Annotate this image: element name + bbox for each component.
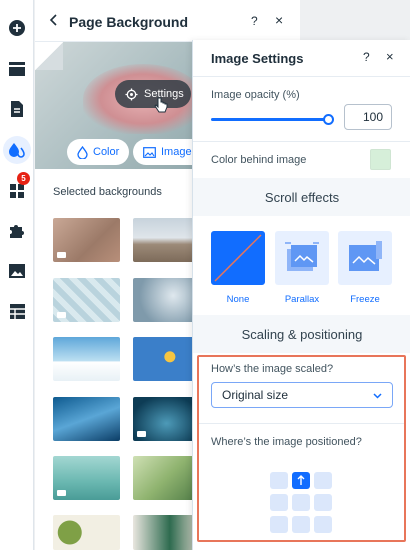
chevron-down-icon	[373, 393, 382, 399]
positioned-question: Where’s the image positioned?	[211, 436, 362, 448]
background-thumbnail[interactable]	[133, 337, 200, 381]
effect-freeze-option[interactable]	[338, 231, 392, 285]
none-slash-icon	[214, 234, 262, 282]
hand-cursor-icon	[154, 97, 168, 113]
background-thumbnail[interactable]	[53, 515, 120, 550]
background-thumbnail[interactable]	[133, 456, 200, 500]
position-middle-left[interactable]	[270, 494, 288, 511]
divider	[193, 141, 410, 142]
background-thumbnail[interactable]	[133, 515, 200, 550]
scaling-positioning-heading: Scaling & positioning	[193, 315, 410, 353]
background-thumbnail[interactable]	[133, 218, 200, 262]
header-divider	[193, 76, 410, 77]
media-icon[interactable]	[4, 258, 30, 284]
image-label: Image	[161, 146, 192, 158]
page-fold-corner	[35, 42, 63, 70]
panel-header: Page Background ? ×	[35, 0, 300, 42]
effect-none-option[interactable]	[211, 231, 265, 285]
panel-title: Page Background	[69, 14, 189, 30]
opacity-label: Image opacity (%)	[211, 89, 300, 101]
image-icon	[143, 146, 156, 158]
freeze-icon	[349, 241, 382, 271]
cms-table-icon[interactable]	[4, 298, 30, 324]
video-icon	[57, 252, 66, 258]
drop-icon	[77, 145, 88, 159]
position-bottom-right[interactable]	[314, 516, 332, 533]
color-button[interactable]: Color	[67, 139, 130, 165]
background-thumbnail[interactable]	[53, 218, 120, 262]
left-toolbar: 5	[0, 0, 34, 550]
position-bottom-center[interactable]	[292, 516, 310, 533]
position-top-center[interactable]	[292, 472, 310, 489]
scaling-dropdown-value: Original size	[222, 388, 289, 402]
gear-icon	[125, 87, 138, 101]
opacity-input[interactable]: 100	[344, 104, 392, 130]
scaled-question: How’s the image scaled?	[211, 363, 334, 375]
divider	[199, 423, 404, 424]
position-bottom-left[interactable]	[270, 516, 288, 533]
effect-none-label: None	[226, 294, 250, 305]
position-middle-right[interactable]	[314, 494, 332, 511]
image-settings-panel: Image Settings ? × Image opacity (%) 100…	[192, 40, 410, 550]
color-label: Color	[93, 146, 120, 158]
scaling-positioning-title: Scaling & positioning	[241, 326, 363, 342]
background-thumbnail[interactable]	[53, 278, 120, 322]
arrow-up-icon	[297, 475, 305, 485]
help-button[interactable]: ?	[251, 14, 258, 28]
position-top-right[interactable]	[314, 472, 332, 489]
position-center[interactable]	[292, 494, 310, 511]
add-elements-icon[interactable]	[4, 15, 30, 41]
background-thumbnail[interactable]	[133, 397, 200, 441]
sections-icon[interactable]	[4, 56, 30, 82]
site-design-icon[interactable]	[3, 136, 31, 164]
apps-badge: 5	[17, 172, 30, 185]
position-top-left[interactable]	[270, 472, 288, 489]
effect-parallax-option[interactable]	[275, 231, 329, 285]
close-button[interactable]: ×	[275, 12, 283, 28]
back-arrow-icon[interactable]	[47, 13, 61, 27]
background-thumbnail[interactable]	[53, 456, 120, 500]
color-behind-swatch[interactable]	[370, 149, 391, 170]
close-button[interactable]: ×	[386, 49, 394, 64]
parallax-icon	[285, 242, 319, 271]
help-button[interactable]: ?	[363, 50, 370, 64]
video-icon	[57, 312, 66, 318]
background-thumbnail[interactable]	[133, 278, 200, 322]
color-behind-label: Color behind image	[211, 154, 307, 166]
scroll-effects-heading: Scroll effects	[193, 178, 410, 216]
opacity-slider-handle[interactable]	[323, 114, 334, 125]
video-icon	[137, 431, 146, 437]
video-icon	[57, 490, 66, 496]
opacity-slider-track[interactable]	[211, 118, 328, 121]
scroll-effects-title: Scroll effects	[264, 189, 340, 205]
effect-freeze-label: Freeze	[350, 294, 380, 305]
background-thumbnail[interactable]	[53, 337, 120, 381]
selected-backgrounds-heading: Selected backgrounds	[53, 186, 162, 198]
image-settings-title: Image Settings	[211, 51, 304, 66]
background-thumbnail[interactable]	[53, 397, 120, 441]
pages-icon[interactable]	[4, 96, 30, 122]
business-puzzle-icon[interactable]	[4, 218, 30, 244]
effect-parallax-label: Parallax	[284, 294, 320, 305]
scaling-dropdown[interactable]: Original size	[211, 382, 393, 408]
